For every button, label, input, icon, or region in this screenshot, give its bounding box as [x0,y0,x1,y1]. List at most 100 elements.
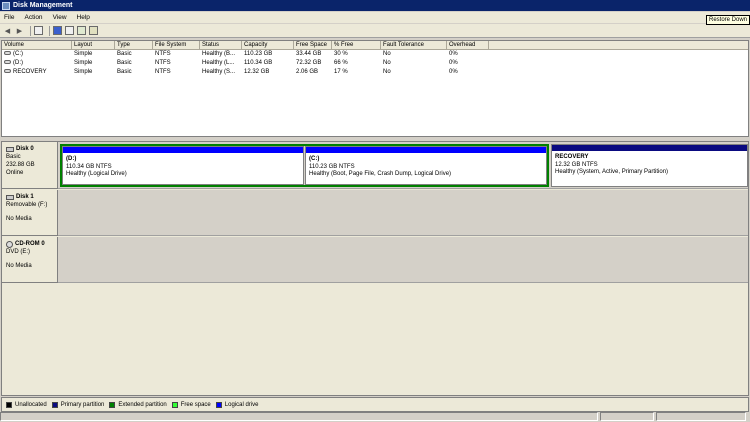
volume-cell: (D:) [2,59,72,68]
forward-arrow-icon[interactable]: ▶ [15,26,24,35]
status-cell: Healthy (S... [202,69,236,75]
capacity-cell: 12.32 GB [244,69,270,75]
fault-tolerance-cell: No [383,60,391,66]
disk-name-text: Disk 1 [16,194,34,200]
logical-drive-swatch [215,401,222,408]
volume-list-header: Volume Layout Type File System Status Ca… [2,41,748,50]
overhead-cell: 0% [449,69,458,75]
legend-item: Primary partition [51,401,104,408]
legend: Unallocated Primary partition Extended p… [1,397,749,412]
toolbar: ◀ ▶ [0,24,750,38]
properties-icon[interactable] [65,26,74,35]
volume-cell: (C:) [2,50,72,59]
disk-management-icon [2,1,10,10]
toolbar-separator [49,25,50,36]
layout-cell: Simple [74,69,93,75]
primary-partition-swatch [51,401,58,408]
partition-d[interactable]: (D:) 110.34 GB NTFS Healthy (Logical Dri… [62,146,304,185]
volume-name: RECOVERY [13,69,47,75]
table-row[interactable]: (D:) Simple Basic NTFS Healthy (L... 110… [2,59,748,68]
column-volume[interactable]: Volume [2,41,72,49]
console-tree-icon[interactable] [34,26,43,35]
partition-size: 12.32 GB NTFS [555,161,598,168]
partition-info: (D:) 110.34 GB NTFS Healthy (Logical Dri… [63,153,303,179]
legend-item: Unallocated [6,401,47,408]
menu-action[interactable]: Action [24,14,42,21]
partition-c[interactable]: (C:) 110.23 GB NTFS Healthy (Boot, Page … [305,146,547,185]
cd-rom-icon [6,240,13,248]
drive-icon [4,60,11,65]
column-overhead[interactable]: Overhead [447,41,489,49]
legend-label: Free space [180,401,211,408]
window-title: Disk Management [13,2,73,9]
free-space-cell: 2.06 GB [296,69,319,75]
extended-partition-swatch [109,401,116,408]
free-space-swatch [171,401,178,408]
disk-0-partitions: (D:) 110.34 GB NTFS Healthy (Logical Dri… [58,142,748,189]
disk-type: DVD (E:) [6,249,30,255]
toolbar-separator [30,25,31,36]
disk-row-1: Disk 1 Removable (F:) No Media [2,190,748,236]
menu-help[interactable]: Help [77,14,90,21]
disk-name: Disk 0 [6,145,57,153]
partition-recovery[interactable]: RECOVERY 12.32 GB NTFS Healthy (System, … [551,144,748,187]
column-free-space[interactable]: Free Space [294,41,332,49]
export-icon[interactable] [89,26,98,35]
file-system-cell: NTFS [155,60,171,66]
partition-name: (D:) [66,156,77,162]
menu-bar: File Action View Help [0,12,750,23]
unallocated-swatch [6,401,12,408]
drive-icon [4,51,11,56]
disk-name-text: Disk 0 [16,146,34,152]
help-icon[interactable] [53,26,62,35]
partition-name: (C:) [309,156,320,162]
table-row[interactable]: (C:) Simple Basic NTFS Healthy (B... 110… [2,50,748,59]
volume-name: (C:) [13,51,23,57]
disk-size: 232.88 GB [6,162,35,168]
removable-disk-icon [6,194,14,200]
partition-status: Healthy (System, Active, Primary Partiti… [555,169,669,175]
legend-label: Unallocated [15,401,47,408]
volume-name: (D:) [13,60,23,66]
column-percent-free[interactable]: % Free [332,41,381,49]
partition-info: RECOVERY 12.32 GB NTFS Healthy (System, … [552,151,747,177]
partition-name: RECOVERY [555,154,589,160]
percent-free-cell: 66 % [334,60,348,66]
free-space-cell: 33.44 GB [296,51,322,57]
refresh-icon[interactable] [77,26,86,35]
fault-tolerance-cell: No [383,69,391,75]
column-status[interactable]: Status [200,41,242,49]
capacity-cell: 110.34 GB [244,60,273,66]
disk-type: Removable (F:) [6,202,48,208]
status-cell-main [0,412,598,421]
legend-item: Free space [171,401,211,408]
volume-list: Volume Layout Type File System Status Ca… [1,40,749,137]
back-arrow-icon[interactable]: ◀ [3,26,12,35]
fault-tolerance-cell: No [383,51,391,57]
drive-icon [4,69,11,74]
status-cell: Healthy (L... [202,60,235,66]
menu-view[interactable]: View [53,14,67,21]
type-cell: Basic [117,69,132,75]
percent-free-cell: 30 % [334,51,348,57]
partition-status: Healthy (Logical Drive) [66,171,127,177]
volume-cell: RECOVERY [2,68,72,77]
column-layout[interactable]: Layout [72,41,115,49]
title-bar: Disk Management [0,0,750,11]
column-type[interactable]: Type [115,41,153,49]
menu-file[interactable]: File [4,14,14,21]
legend-label: Extended partition [118,401,167,408]
disk-label[interactable]: CD-ROM 0 DVD (E:) No Media [2,237,58,283]
disk-name: Disk 1 [6,193,57,201]
column-capacity[interactable]: Capacity [242,41,294,49]
disk-type: Basic [6,154,21,160]
column-file-system[interactable]: File System [153,41,200,49]
disk-label[interactable]: Disk 0 Basic 232.88 GB Online [2,142,58,189]
layout-cell: Simple [74,51,93,57]
restore-down-tooltip: Restore Down [705,15,750,25]
file-system-cell: NTFS [155,51,171,57]
legend-item: Logical drive [215,401,258,408]
table-row[interactable]: RECOVERY Simple Basic NTFS Healthy (S...… [2,68,748,77]
column-fault-tolerance[interactable]: Fault Tolerance [381,41,447,49]
disk-label[interactable]: Disk 1 Removable (F:) No Media [2,190,58,236]
